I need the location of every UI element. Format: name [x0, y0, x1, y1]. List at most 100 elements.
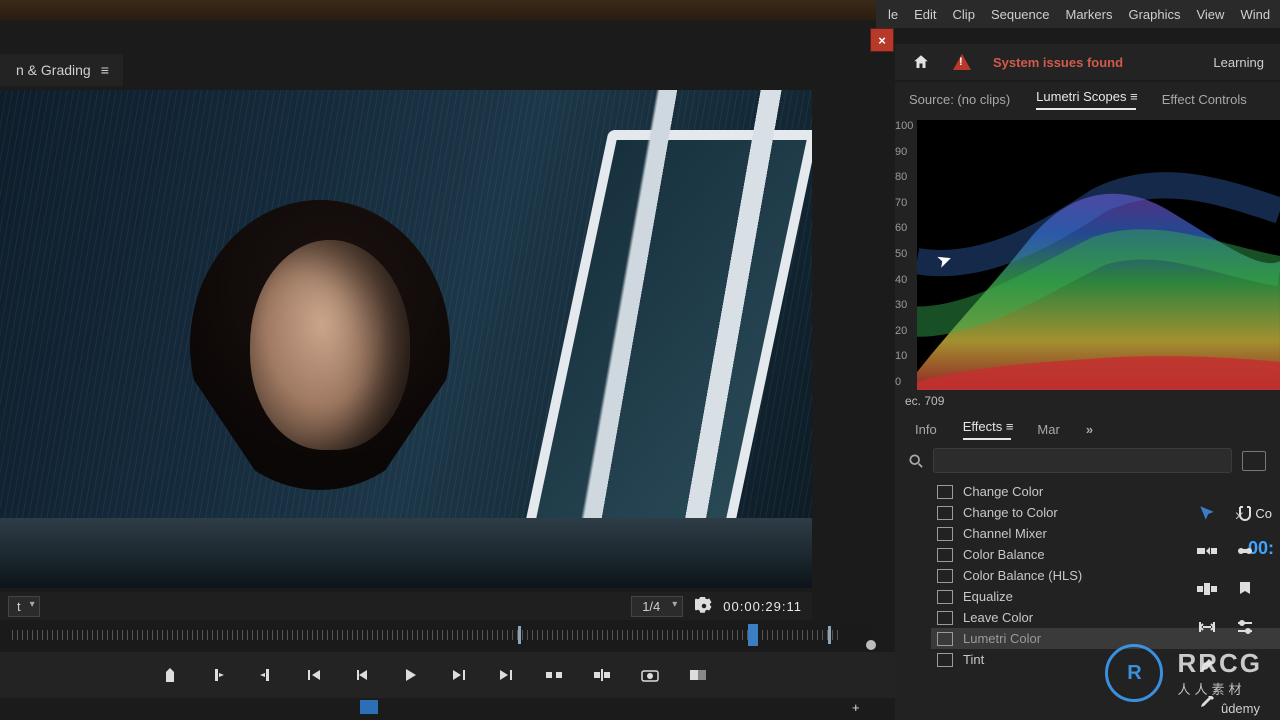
extract-button[interactable]	[592, 665, 612, 685]
tab-markers[interactable]: Mar	[1037, 422, 1059, 437]
playhead[interactable]	[748, 624, 758, 646]
more-tabs-chevron-icon[interactable]: »	[1086, 422, 1093, 437]
project-panel-tabs: Info Effects ≡ Mar »	[895, 414, 1280, 444]
zoom-fit-dropdown[interactable]: t	[8, 596, 40, 617]
tab-effect-controls[interactable]: Effect Controls	[1162, 92, 1247, 107]
effect-item-label: Color Balance (HLS)	[963, 568, 1082, 583]
export-frame-button[interactable]	[640, 665, 660, 685]
scope-tick: 90	[895, 146, 913, 158]
zoom-scroll-handle[interactable]	[866, 640, 876, 650]
scope-tick: 50	[895, 248, 913, 260]
menu-markers[interactable]: Markers	[1066, 7, 1113, 22]
effect-item-label: Channel Mixer	[963, 526, 1047, 541]
scope-tick: 60	[895, 222, 913, 234]
menu-view[interactable]: View	[1196, 7, 1224, 22]
tab-info[interactable]: Info	[915, 422, 937, 437]
effect-item-color-balance[interactable]: Color Balance	[931, 544, 1280, 565]
step-back-button[interactable]	[352, 665, 372, 685]
transport-controls	[0, 652, 1030, 698]
go-to-in-button[interactable]	[304, 665, 324, 685]
settings-wrench-icon[interactable]	[695, 597, 713, 615]
workspace-tab-color-grading[interactable]: n & Grading ≡	[0, 54, 123, 86]
settings-sliders-icon[interactable]	[1234, 616, 1256, 638]
playback-resolution-value: 1/4	[642, 599, 660, 614]
panel-menu-icon[interactable]: ≡	[1006, 419, 1012, 434]
right-panel-group: Source: (no clips) Lumetri Scopes ≡ Effe…	[895, 82, 1280, 720]
add-marker-button[interactable]	[160, 665, 180, 685]
app-menubar: le Edit Clip Sequence Markers Graphics View Win…	[876, 0, 1280, 28]
scope-tick: 20	[895, 325, 913, 337]
menu-clip[interactable]: Clip	[953, 7, 975, 22]
effect-item-color-balance-hls-[interactable]: Color Balance (HLS)	[931, 565, 1280, 586]
out-point-marker[interactable]	[828, 626, 831, 644]
monitor-time-ruler[interactable]	[0, 622, 870, 648]
effect-item-label: Color Balance	[963, 547, 1045, 562]
go-to-out-button[interactable]	[496, 665, 516, 685]
effects-list: Change ColorChange to Color Channel Mixer…	[895, 477, 1280, 670]
scope-tick: 100	[895, 120, 913, 132]
scope-colorspace-label: ec. 709	[895, 388, 1280, 414]
effect-item-label: Leave Color	[963, 610, 1033, 625]
lumetri-scope-waveform[interactable]: 1009080706050403020100 ➤	[917, 120, 1280, 388]
linked-selection-icon[interactable]	[1234, 540, 1256, 562]
playback-resolution-dropdown[interactable]: 1/4	[631, 596, 683, 617]
selection-tool-icon[interactable]	[1196, 502, 1218, 524]
menu-wind[interactable]: Wind	[1240, 7, 1270, 22]
scope-tick: 80	[895, 171, 913, 183]
panel-menu-icon[interactable]: ≡	[101, 62, 107, 78]
add-marker-icon[interactable]	[1234, 578, 1256, 600]
insert-clip-icon[interactable]	[1196, 540, 1218, 562]
tab-effects[interactable]: Effects ≡	[963, 419, 1012, 440]
zoom-fit-value: t	[17, 599, 21, 614]
effect-item-change-to-color[interactable]: Change to Color	[931, 502, 1280, 523]
play-button[interactable]	[400, 665, 420, 685]
button-editor-add[interactable]: +	[852, 700, 860, 715]
new-bin-button[interactable]	[1242, 451, 1266, 471]
effects-search-input[interactable]	[933, 448, 1232, 473]
warning-icon	[953, 54, 971, 70]
effect-item-channel-mixer[interactable]: Channel Mixer	[931, 523, 1280, 544]
effect-item-label: Lumetri Color	[963, 631, 1041, 646]
scope-tick: 10	[895, 350, 913, 362]
effect-preset-icon	[937, 611, 953, 625]
effect-item-equalize[interactable]: Equalize	[931, 586, 1280, 607]
program-monitor[interactable]	[0, 90, 812, 588]
tab-lumetri-scopes-label: Lumetri Scopes	[1036, 89, 1126, 104]
snap-toggle-icon[interactable]	[1234, 502, 1256, 524]
system-issues-label[interactable]: System issues found	[993, 55, 1123, 70]
effect-preset-icon	[937, 527, 953, 541]
step-forward-button[interactable]	[448, 665, 468, 685]
effect-item-leave-color[interactable]: Leave Color	[931, 607, 1280, 628]
insert-overlay-indicator[interactable]	[360, 700, 378, 714]
in-point-marker[interactable]	[518, 626, 521, 644]
scope-tick: 70	[895, 197, 913, 209]
mark-in-button[interactable]	[208, 665, 228, 685]
watermark-subtitle: 人人素材	[1177, 679, 1262, 698]
ripple-tool-icon[interactable]	[1196, 616, 1218, 638]
effect-preset-icon	[937, 485, 953, 499]
menu-edit[interactable]: Edit	[914, 7, 936, 22]
app-header: System issues found Learning	[895, 44, 1280, 80]
monitor-timecode[interactable]: 00:00:29:11	[723, 599, 802, 614]
home-icon[interactable]	[911, 53, 931, 71]
video-subject-face	[250, 240, 410, 450]
monitor-controls-bar: t 1/4 00:00:29:11	[0, 592, 812, 620]
source-panel-tabs: Source: (no clips) Lumetri Scopes ≡ Effe…	[895, 82, 1280, 116]
tab-source[interactable]: Source: (no clips)	[909, 92, 1010, 107]
watermark-logo-icon: R	[1105, 644, 1163, 702]
menu-sequence[interactable]: Sequence	[991, 7, 1050, 22]
lift-button[interactable]	[544, 665, 564, 685]
menu-graphics[interactable]: Graphics	[1128, 7, 1180, 22]
effect-item-change-color[interactable]: Change Color	[931, 481, 1280, 502]
mark-out-button[interactable]	[256, 665, 276, 685]
watermark-provider: ûdemy	[1221, 701, 1260, 716]
effects-search-row	[895, 444, 1280, 477]
overwrite-clip-icon[interactable]	[1196, 578, 1218, 600]
tab-lumetri-scopes[interactable]: Lumetri Scopes ≡	[1036, 89, 1136, 110]
workspace-learning[interactable]: Learning	[1213, 55, 1264, 70]
panel-menu-icon[interactable]: ≡	[1130, 89, 1136, 104]
window-close-button[interactable]: ×	[870, 28, 894, 52]
comparison-view-button[interactable]	[688, 665, 708, 685]
menu-le[interactable]: le	[888, 7, 898, 22]
effect-preset-icon	[937, 506, 953, 520]
